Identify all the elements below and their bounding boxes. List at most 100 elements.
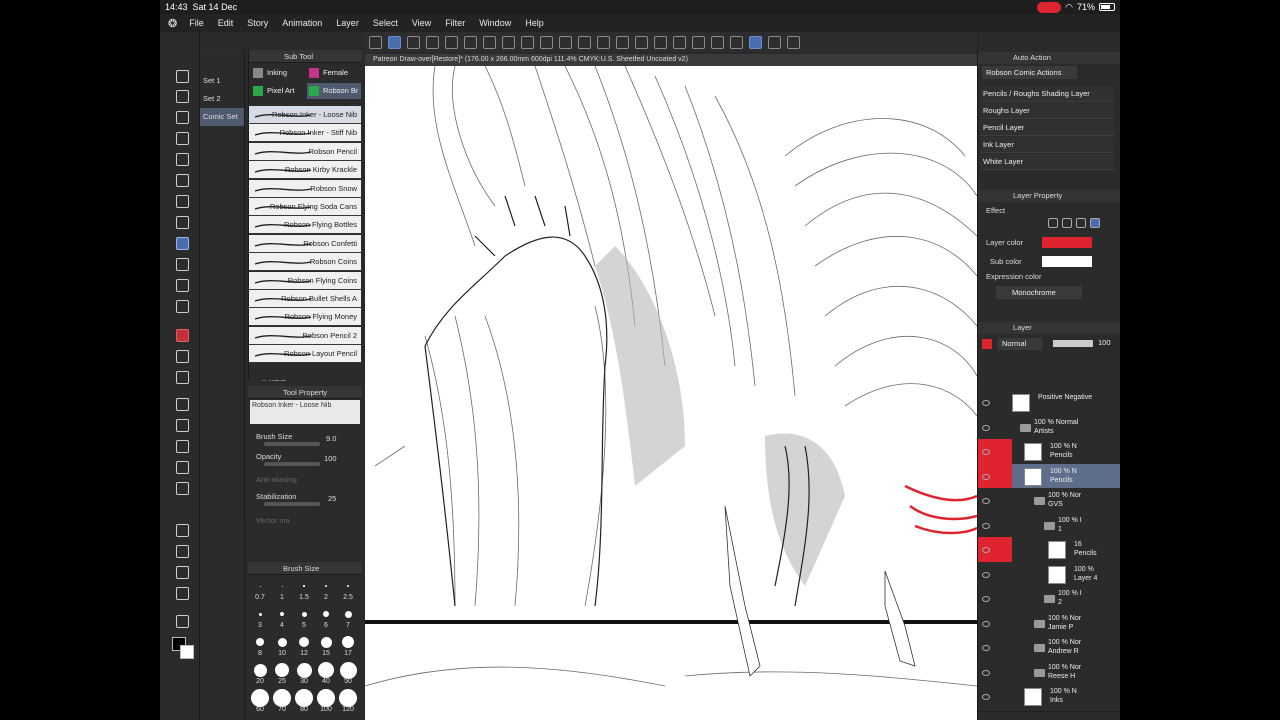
menu-view[interactable]: View (412, 18, 431, 28)
brush-item[interactable]: Robson Inker - Stiff Nib (249, 124, 361, 143)
circle-icon[interactable] (176, 440, 189, 453)
eye-icon[interactable] (426, 35, 439, 49)
tab-robson-brushes[interactable]: Robson Br (307, 83, 361, 99)
visibility-eye-icon[interactable] (982, 522, 990, 529)
brush-size-dot[interactable] (295, 689, 313, 707)
layer-opacity-value[interactable]: 100 (1098, 338, 1111, 347)
brush-size-dot[interactable] (299, 637, 309, 647)
visibility-eye-icon[interactable] (982, 400, 990, 406)
visibility-eye-icon[interactable] (982, 645, 990, 651)
magnify-icon[interactable] (176, 90, 189, 103)
chevron-icon[interactable] (407, 35, 420, 49)
blend-icon[interactable] (176, 461, 189, 474)
effect-tone-icon[interactable] (1076, 218, 1086, 228)
canvas-tab[interactable]: Patreon Draw-over[Restore]* (176.00 x 26… (365, 54, 977, 66)
brush-item[interactable]: Robson Confetti (249, 234, 361, 253)
brush-item[interactable]: Robson Coins (249, 253, 361, 272)
brush-size-dot[interactable] (275, 663, 289, 677)
ruler-icon[interactable] (692, 35, 705, 49)
visibility-eye-icon[interactable] (982, 547, 990, 553)
text-tool-icon[interactable] (176, 524, 189, 537)
menu-edit[interactable]: Edit (218, 18, 234, 28)
visibility-eye-icon[interactable] (982, 498, 990, 504)
canvas-area[interactable]: Patreon Draw-over[Restore]* (176.00 x 26… (365, 54, 977, 720)
menu-icon[interactable] (369, 35, 382, 49)
menu-window[interactable]: Window (479, 18, 511, 28)
opacity-slider[interactable] (264, 462, 320, 466)
visibility-eye-icon[interactable] (982, 596, 990, 602)
brush-size-dot[interactable] (323, 611, 329, 617)
brush-size-dot[interactable] (281, 585, 283, 587)
clear-icon[interactable] (540, 35, 553, 49)
bucket-icon[interactable] (176, 300, 189, 313)
brush-size-dot[interactable] (339, 689, 357, 707)
brush-size-dot[interactable] (296, 662, 312, 678)
brush-size-dot[interactable] (258, 612, 262, 616)
pencil-icon[interactable] (673, 35, 686, 49)
menu-file[interactable]: File (189, 18, 204, 28)
sparkle-icon[interactable] (176, 216, 189, 229)
brush-item[interactable]: Robson Snow (249, 179, 361, 198)
zoom-icon[interactable] (176, 70, 189, 83)
brush-item[interactable]: Robson Inker - Loose Nib (249, 106, 361, 124)
brush-item[interactable]: Robson Flying Soda Cans (249, 198, 361, 216)
copy-icon[interactable] (502, 35, 515, 49)
expression-color-select[interactable]: Monochrome (996, 286, 1082, 299)
layer-row[interactable]: 100 % N Inks (978, 684, 1120, 712)
sub-color-swatch[interactable] (180, 645, 194, 659)
scale-icon[interactable] (635, 35, 648, 49)
stabilization-slider[interactable] (264, 502, 320, 506)
brush-size-dot[interactable] (339, 661, 357, 679)
layer-opacity-slider[interactable] (1053, 340, 1093, 347)
auto-action-item[interactable]: Ink Layer (980, 137, 1115, 153)
brush-size-dot[interactable] (280, 612, 284, 616)
lasso-icon[interactable] (559, 35, 572, 49)
visibility-eye-icon[interactable] (982, 449, 990, 455)
brush-size-dot[interactable] (320, 636, 332, 648)
visibility-eye-icon[interactable] (982, 694, 990, 700)
visibility-eye-icon[interactable] (982, 620, 990, 627)
brush-size-dot[interactable] (317, 689, 335, 707)
balloon-icon[interactable] (176, 545, 189, 558)
hand-icon[interactable] (176, 111, 189, 124)
brush-item[interactable]: Robson Pencil (249, 142, 361, 161)
brush-item[interactable]: Robson Pencil 2 (249, 326, 361, 345)
sub-color-swatch-right[interactable] (1042, 256, 1092, 267)
artwork-canvas[interactable] (365, 66, 977, 720)
brush-item[interactable]: Robson Flying Money (249, 308, 361, 327)
tab-pixel-art[interactable]: Pixel Art (251, 83, 305, 99)
transform-icon[interactable] (616, 35, 629, 49)
brush-size-dot[interactable] (251, 689, 269, 707)
brush-size-dot[interactable] (346, 584, 350, 588)
set-2[interactable]: Set 2 (200, 90, 244, 108)
auto-action-item[interactable]: Pencil Layer (980, 120, 1115, 136)
brush-size-dot[interactable] (318, 662, 334, 678)
stabilization-value[interactable]: 25 (328, 494, 336, 503)
auto-action-item[interactable]: Roughs Layer (980, 103, 1115, 119)
brush-size-dot[interactable] (301, 611, 307, 617)
undo-icon[interactable] (445, 35, 458, 49)
visibility-eye-icon[interactable] (982, 424, 990, 431)
expand-icon[interactable] (787, 35, 800, 49)
menu-help[interactable]: Help (525, 18, 544, 28)
brush-size-dot[interactable] (273, 689, 291, 707)
pen-pressure-icon[interactable] (749, 35, 762, 49)
set-1[interactable]: Set 1 (200, 72, 244, 90)
cursor-icon[interactable] (176, 615, 189, 628)
selection-icon[interactable] (176, 153, 189, 166)
pen-toggle-icon[interactable] (388, 35, 401, 49)
fill-icon[interactable] (578, 35, 591, 49)
menu-select[interactable]: Select (373, 18, 398, 28)
menu-animation[interactable]: Animation (282, 18, 322, 28)
brush-size-dot[interactable] (342, 636, 354, 648)
set-comic[interactable]: Comic Set (200, 108, 244, 126)
brush-size-dot[interactable] (277, 637, 287, 647)
snap-icon[interactable] (711, 35, 724, 49)
tab-inking[interactable]: Inking (251, 65, 305, 81)
visibility-eye-icon[interactable] (982, 571, 990, 578)
opacity-value[interactable]: 100 (324, 454, 337, 463)
auto-action-item[interactable]: White Layer (980, 154, 1115, 170)
brush-size-dot[interactable] (303, 585, 305, 587)
column-icon[interactable] (176, 329, 189, 342)
brush-size-dot[interactable] (256, 638, 264, 646)
